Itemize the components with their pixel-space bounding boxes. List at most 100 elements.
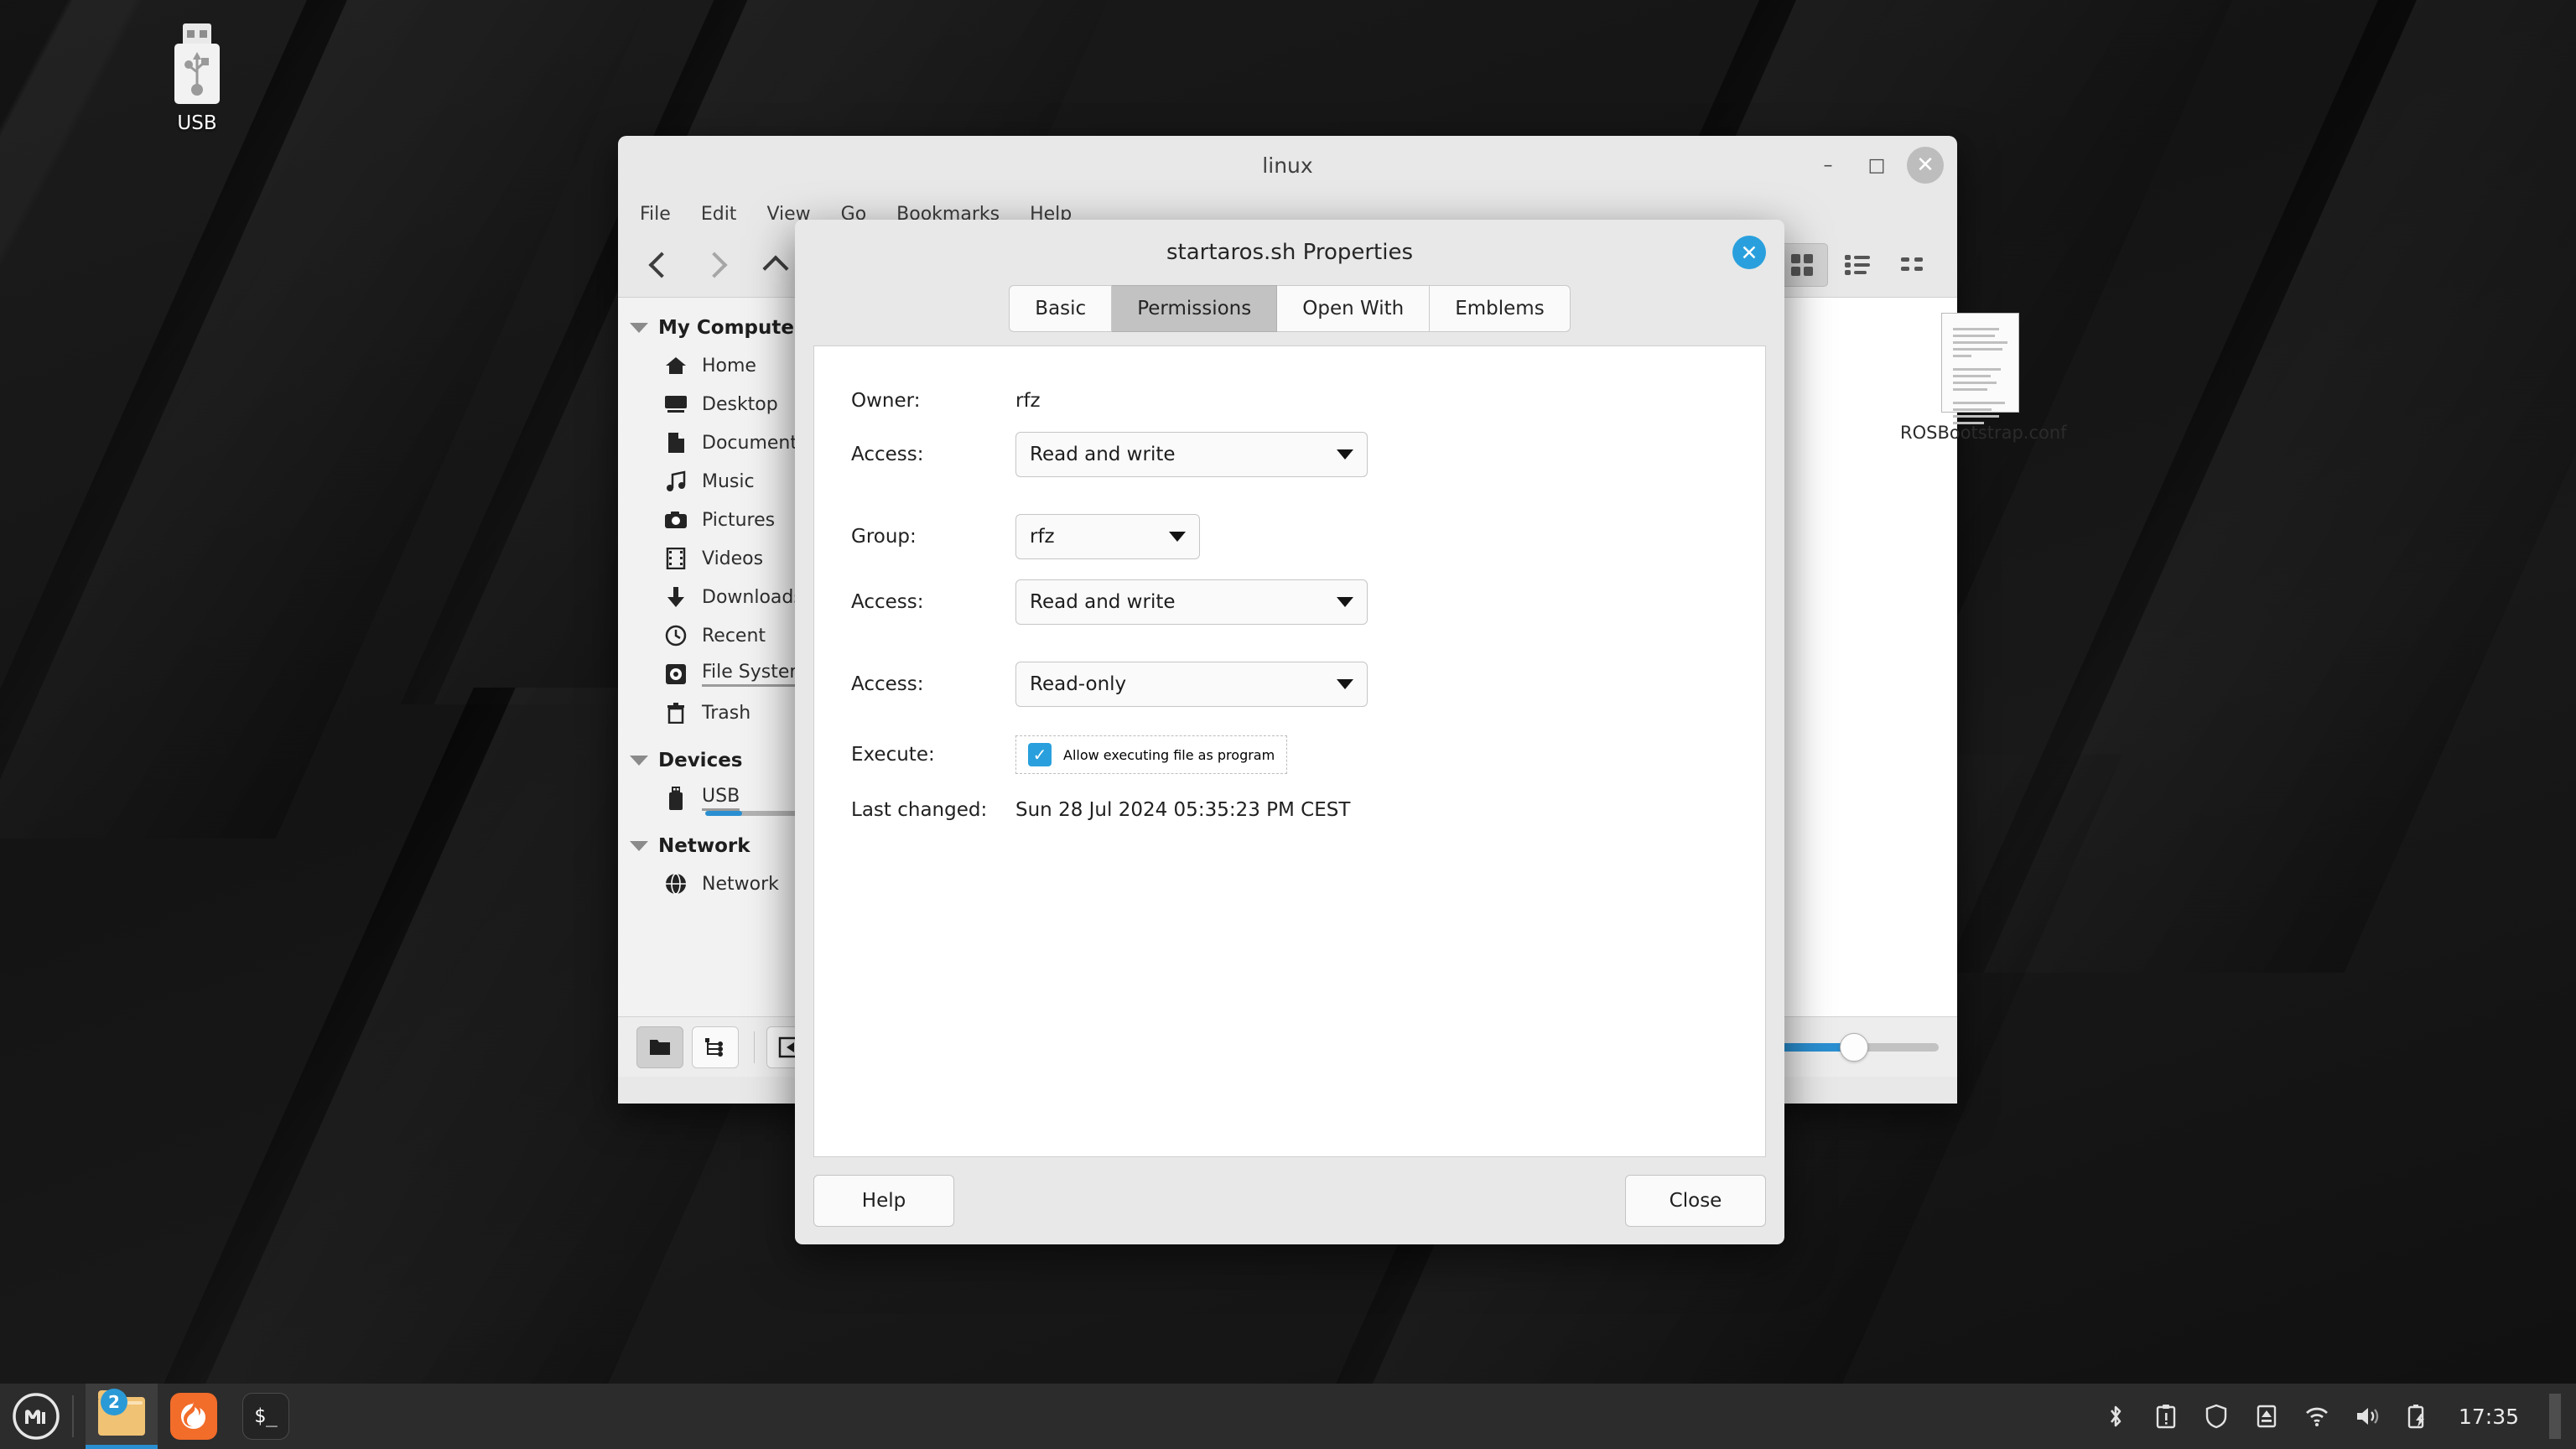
chevron-down-icon xyxy=(630,841,648,851)
file-item[interactable]: ROSBootstrap.conf xyxy=(1900,313,2067,444)
tree-button[interactable] xyxy=(692,1026,739,1068)
help-button[interactable]: Help xyxy=(813,1175,954,1227)
up-button[interactable] xyxy=(752,243,799,287)
maximize-button[interactable]: □ xyxy=(1858,147,1895,184)
compact-view-button[interactable] xyxy=(1887,243,1939,287)
list-view-button[interactable] xyxy=(1831,243,1883,287)
wifi-icon[interactable] xyxy=(2303,1402,2331,1431)
owner-access-label: Access: xyxy=(851,444,924,465)
window-titlebar[interactable]: linux – □ ✕ xyxy=(618,136,1957,195)
dialog-tabs: Basic Permissions Open With Emblems xyxy=(795,285,1784,345)
last-changed-row: Last changed: Sun 28 Jul 2024 05:35:23 P… xyxy=(851,799,1728,821)
eject-icon[interactable] xyxy=(2252,1402,2281,1431)
taskbar-app-firefox[interactable] xyxy=(158,1384,230,1449)
desktop-icon xyxy=(663,392,688,417)
tab-basic[interactable]: Basic xyxy=(1009,285,1113,332)
owner-access-select[interactable]: Read and write xyxy=(1015,432,1368,477)
menu-item-file[interactable]: File xyxy=(640,204,671,225)
forward-button[interactable] xyxy=(693,243,740,287)
close-button[interactable]: Close xyxy=(1625,1175,1766,1227)
group-access-row: Access: Read and write xyxy=(851,579,1728,625)
menu-item-edit[interactable]: Edit xyxy=(701,204,737,225)
checkmark-icon: ✓ xyxy=(1028,743,1052,766)
home-icon xyxy=(663,353,688,378)
sidebar-item-label: Documents xyxy=(702,432,808,454)
dialog-header: startaros.sh Properties ✕ xyxy=(795,220,1784,285)
chevron-down-icon xyxy=(1337,679,1353,689)
tab-open-with[interactable]: Open With xyxy=(1277,285,1431,332)
others-access-select[interactable]: Read-only xyxy=(1015,662,1368,707)
group-label: Group: xyxy=(851,526,917,548)
globe-icon xyxy=(663,871,688,896)
taskbar-app-file-manager[interactable]: 2 xyxy=(86,1384,158,1449)
dialog-title: startaros.sh Properties xyxy=(1166,240,1413,265)
text-document-icon xyxy=(1940,313,2019,424)
owner-label: Owner: xyxy=(851,390,921,412)
taskbar-edge-handle[interactable] xyxy=(2549,1394,2561,1439)
icon-view-icon xyxy=(1791,254,1813,276)
group-select[interactable]: rfz xyxy=(1015,514,1200,559)
film-icon xyxy=(663,546,688,571)
sidebar-item-label: Home xyxy=(702,355,756,377)
list-view-icon xyxy=(1845,255,1870,275)
sidebar-item-label: Trash xyxy=(702,702,751,724)
up-icon xyxy=(762,255,789,282)
taskbar-divider xyxy=(72,1395,74,1437)
bluetooth-icon[interactable] xyxy=(2101,1402,2130,1431)
tab-permissions[interactable]: Permissions xyxy=(1112,285,1278,332)
desktop-icon-label: USB xyxy=(177,112,217,134)
volume-icon[interactable] xyxy=(2353,1402,2381,1431)
start-menu-button[interactable] xyxy=(0,1384,72,1449)
places-button[interactable] xyxy=(636,1026,683,1068)
execute-label: Execute: xyxy=(851,744,935,766)
sidebar-item-label: Pictures xyxy=(702,509,776,531)
minimize-button[interactable]: – xyxy=(1810,147,1846,184)
tab-emblems[interactable]: Emblems xyxy=(1430,285,1571,332)
execute-checkbox-label: Allow executing file as program xyxy=(1063,746,1275,763)
owner-access-row: Access: Read and write xyxy=(851,432,1728,477)
close-button[interactable]: ✕ xyxy=(1907,147,1944,184)
clock[interactable]: 17:35 xyxy=(2459,1405,2519,1429)
execute-checkbox[interactable]: ✓ Allow executing file as program xyxy=(1015,735,1288,774)
clipboard-icon[interactable] xyxy=(2152,1402,2180,1431)
desktop-icon-usb[interactable]: USB xyxy=(134,23,260,134)
group-row: Group: rfz xyxy=(851,514,1728,559)
usb-icon xyxy=(663,786,688,811)
filesystem-icon xyxy=(663,662,688,687)
mint-logo-icon xyxy=(13,1393,60,1440)
chevron-down-icon xyxy=(1337,449,1353,460)
last-changed-label: Last changed: xyxy=(851,799,988,821)
music-icon xyxy=(663,469,688,494)
zoom-slider[interactable] xyxy=(1779,1032,1939,1062)
download-icon xyxy=(663,584,688,610)
places-icon xyxy=(650,1039,670,1055)
chevron-down-icon xyxy=(1169,532,1186,542)
sidebar-item-label: Videos xyxy=(702,548,764,569)
group-access-value: Read and write xyxy=(1030,591,1176,613)
system-tray: 17:35 xyxy=(2101,1394,2576,1439)
dialog-footer: Help Close xyxy=(795,1157,1784,1244)
sidebar-item-label: Downloads xyxy=(702,586,803,608)
sidebar-group-label: Devices xyxy=(658,750,743,771)
file-item-label: ROSBootstrap.conf xyxy=(1900,423,2067,443)
chevron-down-icon xyxy=(630,323,648,333)
battery-charging-icon[interactable] xyxy=(2403,1402,2432,1431)
others-access-value: Read-only xyxy=(1030,673,1127,695)
group-value: rfz xyxy=(1030,526,1055,548)
group-access-select[interactable]: Read and write xyxy=(1015,579,1368,625)
sidebar-item-label: USB xyxy=(702,786,740,811)
sidebar-item-label: Desktop xyxy=(702,393,778,415)
tree-icon xyxy=(705,1037,723,1057)
terminal-icon: $_ xyxy=(242,1393,289,1440)
back-button[interactable] xyxy=(635,243,682,287)
dialog-close-button[interactable]: ✕ xyxy=(1732,236,1766,269)
taskbar: 2 $_ 17:35 xyxy=(0,1384,2576,1449)
others-access-row: Access: Read-only xyxy=(851,662,1728,707)
execute-row: Execute: ✓ Allow executing file as progr… xyxy=(851,735,1728,774)
view-mode-buttons xyxy=(1776,243,1939,287)
taskbar-app-terminal[interactable]: $_ xyxy=(230,1384,302,1449)
sidebar-item-label: File System xyxy=(702,662,808,687)
others-access-label: Access: xyxy=(851,673,924,695)
firefox-icon xyxy=(170,1393,217,1440)
shield-icon[interactable] xyxy=(2202,1402,2231,1431)
